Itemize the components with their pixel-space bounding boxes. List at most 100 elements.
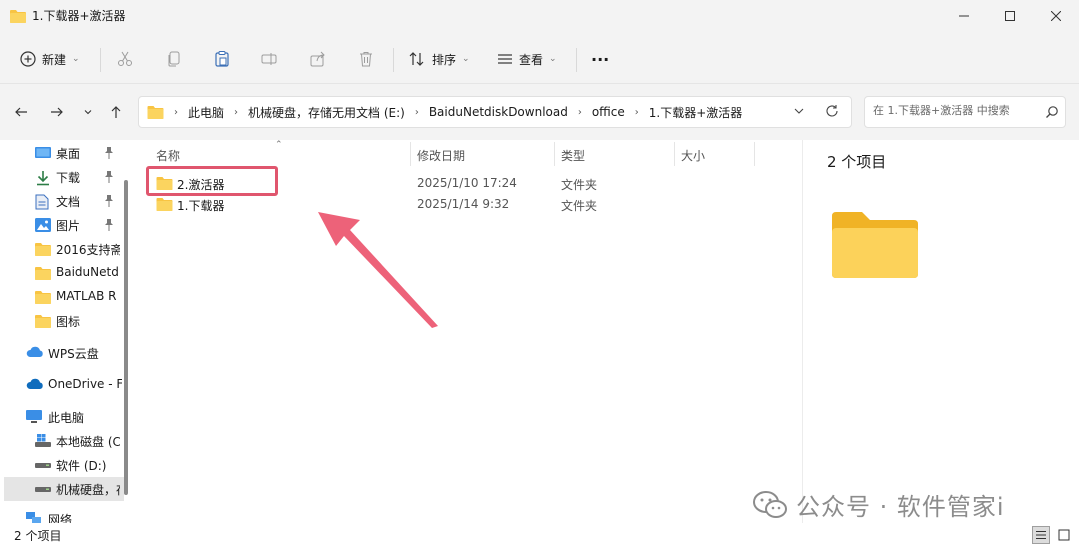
breadcrumb-office[interactable]: office [592, 105, 625, 119]
refresh-button[interactable] [825, 104, 839, 121]
breadcrumb-baidunetdiskdownload[interactable]: BaiduNetdiskDownload [429, 105, 568, 119]
delete-button[interactable] [357, 44, 375, 74]
sidebar-item-wps-cloud[interactable]: WPS云盘 [0, 341, 124, 365]
title-bar: 1.下载器+激活器 [0, 0, 1079, 32]
sidebar-item-label: WPS云盘 [48, 347, 99, 361]
maximize-icon [1005, 11, 1015, 21]
pin-icon[interactable] [104, 195, 114, 210]
sidebar-item-folder[interactable]: 2016支持斋 [0, 237, 124, 261]
recent-locations-button[interactable] [78, 102, 98, 122]
paste-button[interactable] [213, 44, 231, 74]
large-icons-view-icon [1058, 529, 1070, 541]
copy-button[interactable] [165, 44, 183, 74]
close-button[interactable] [1033, 0, 1079, 32]
divider [576, 48, 577, 72]
search-icon[interactable] [1045, 105, 1059, 122]
sidebar-item-folder[interactable]: 图标 [0, 309, 124, 333]
rename-button[interactable] [260, 44, 278, 74]
address-bar[interactable]: › 此电脑 › 机械硬盘，存储无用文档 (E:) › BaiduNetdiskD… [138, 96, 852, 128]
sidebar-item-folder[interactable]: MATLAB R [0, 285, 124, 309]
annotation-arrow-icon [318, 212, 438, 328]
sidebar-item-drive-e[interactable]: 机械硬盘，存 [4, 477, 124, 501]
sidebar-item-drive-d[interactable]: 软件 (D:) [0, 453, 124, 477]
chevron-down-icon: ⌄ [549, 54, 557, 64]
share-button[interactable] [309, 44, 327, 74]
sidebar-item-folder[interactable]: BaiduNetd [0, 261, 124, 285]
pin-icon[interactable] [104, 171, 114, 186]
sort-arrows-icon [409, 52, 424, 66]
minimize-button[interactable] [941, 0, 987, 32]
back-button[interactable] [11, 102, 31, 122]
minimize-icon [959, 15, 969, 17]
new-button[interactable]: 新建 ⌄ [20, 44, 80, 74]
close-icon [1051, 11, 1061, 21]
file-list: ⌃ 名称 修改日期 类型 大小 2.激活器 2025/1/10 17:24 文件… [136, 140, 800, 523]
breadcrumb-current-folder[interactable]: 1.下载器+激活器 [649, 104, 743, 121]
list-view-icon [498, 54, 512, 64]
address-history-button[interactable] [793, 105, 805, 120]
sidebar-item-this-pc[interactable]: 此电脑 [0, 405, 124, 429]
sort-button[interactable]: 排序 ⌄ [408, 44, 470, 74]
divider [393, 48, 394, 72]
chevron-right-icon[interactable]: › [234, 107, 238, 118]
sidebar-item-desktop[interactable]: 桌面 [0, 141, 124, 165]
column-divider[interactable] [554, 142, 555, 166]
file-row[interactable]: 1.下载器 2025/1/14 9:32 文件夹 [148, 194, 768, 215]
item-count: 2 个项目 [827, 153, 887, 171]
view-button[interactable]: 查看 ⌄ [497, 44, 557, 74]
sidebar-item-documents[interactable]: 文档 [0, 189, 124, 213]
cut-button[interactable] [116, 44, 134, 74]
sidebar-item-label: MATLAB R [56, 289, 117, 303]
divider [100, 48, 101, 72]
navigation-bar: › 此电脑 › 机械硬盘，存储无用文档 (E:) › BaiduNetdiskD… [0, 84, 1079, 140]
column-header-size[interactable]: 大小 [681, 147, 705, 169]
sidebar-item-drive-c[interactable]: 本地磁盘 (C [0, 429, 124, 453]
column-header-type[interactable]: 类型 [561, 147, 585, 169]
sidebar-item-label: 此电脑 [48, 411, 85, 425]
sidebar-scrollbar[interactable] [124, 180, 128, 495]
details-pane: 2 个项目 [802, 140, 1079, 523]
watermark-text: 公众号 · 软件管家i [796, 493, 1005, 521]
search-box[interactable] [864, 96, 1066, 128]
command-bar: 新建 ⌄ 排序 ⌄ 查看 ⌄ ··· [0, 32, 1079, 84]
clipboard-icon [215, 51, 229, 67]
forward-button[interactable] [47, 102, 67, 122]
breadcrumb-drive-e[interactable]: 机械硬盘，存储无用文档 (E:) [248, 104, 405, 121]
sidebar-item-label: 网络 [48, 513, 73, 523]
search-input[interactable] [873, 104, 1039, 117]
annotation-highlight-box [146, 166, 278, 196]
thumbnail-view-button[interactable] [1055, 526, 1073, 544]
plus-circle-icon [20, 51, 36, 67]
wps-cloud-icon [26, 346, 44, 361]
sidebar-item-label: 图标 [56, 315, 81, 329]
chevron-down-icon [794, 108, 804, 114]
up-button[interactable] [106, 102, 126, 122]
chevron-right-icon[interactable]: › [578, 107, 582, 118]
pin-icon[interactable] [104, 147, 114, 162]
drive-icon [35, 482, 51, 497]
more-options-button[interactable]: ··· [591, 44, 609, 74]
maximize-button[interactable] [987, 0, 1033, 32]
wechat-icon [753, 490, 787, 518]
sidebar-item-network[interactable]: 网络 [0, 507, 124, 523]
folder-icon [35, 242, 51, 259]
windows-drive-icon [35, 434, 51, 451]
column-divider[interactable] [674, 142, 675, 166]
sidebar-item-pictures[interactable]: 图片 [0, 213, 124, 237]
folder-icon [10, 9, 26, 26]
details-view-button[interactable] [1032, 526, 1050, 544]
column-header-date[interactable]: 修改日期 [417, 147, 465, 169]
download-icon [35, 170, 51, 189]
chevron-right-icon[interactable]: › [415, 107, 419, 118]
chevron-right-icon[interactable]: › [635, 107, 639, 118]
breadcrumb-this-pc[interactable]: 此电脑 [188, 104, 224, 121]
column-divider[interactable] [754, 142, 755, 166]
view-label: 查看 [519, 52, 544, 67]
pin-icon[interactable] [104, 219, 114, 234]
folder-icon [832, 210, 918, 281]
column-divider[interactable] [410, 142, 411, 166]
file-date: 2025/1/10 17:24 [417, 176, 517, 190]
sidebar-item-onedrive[interactable]: OneDrive - F [0, 373, 124, 397]
chevron-down-icon: ⌄ [72, 54, 80, 64]
sidebar-item-downloads[interactable]: 下载 [0, 165, 124, 189]
